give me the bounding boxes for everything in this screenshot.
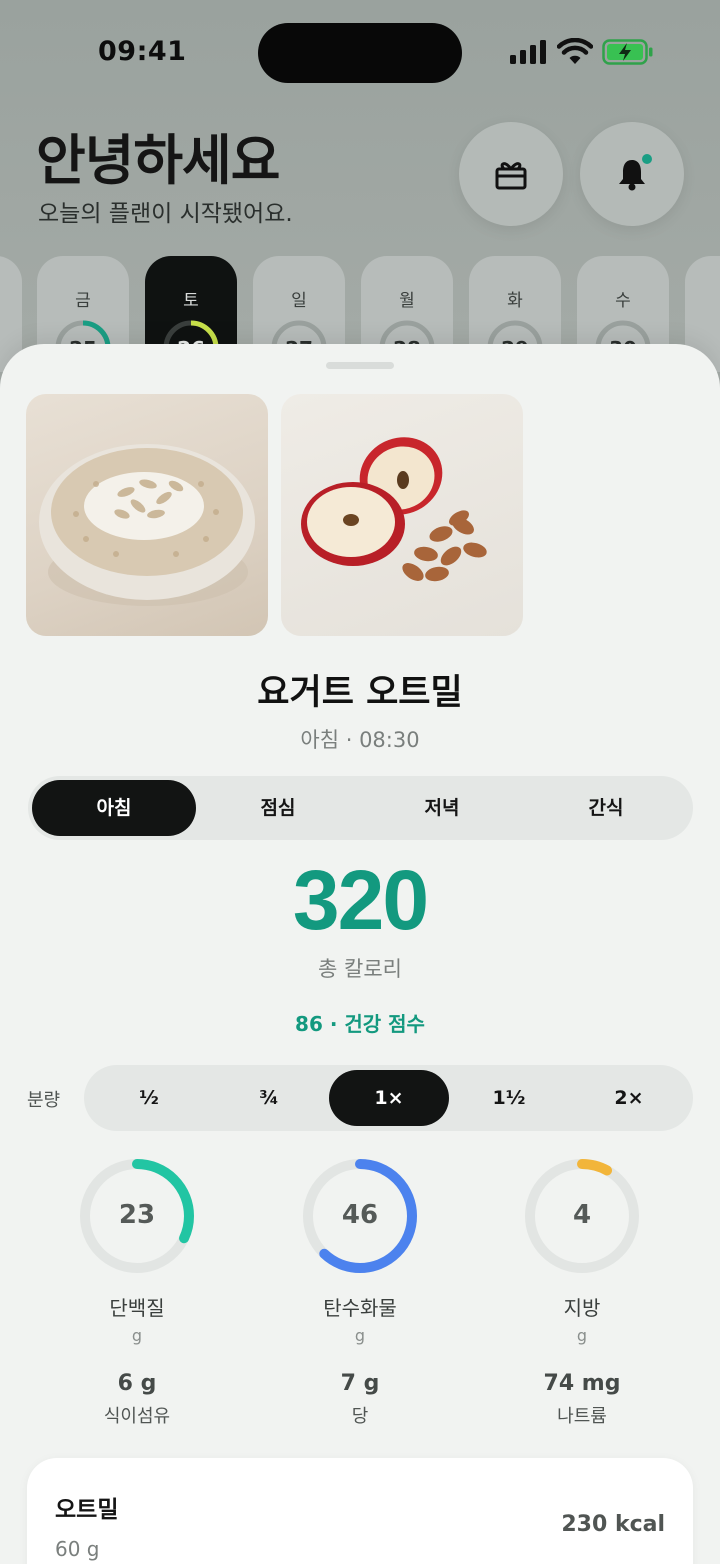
meal-time: 아침 · 08:30: [300, 728, 420, 752]
macro-protein: 23 단백질 g: [57, 1156, 217, 1356]
greeting-title: 안녕하세요: [36, 129, 280, 192]
fiber-label: 식이섬유: [103, 1406, 171, 1427]
oatmeal-bowl-image: [39, 444, 255, 606]
food-item-card[interactable]: 오트밀 60 g 230 kcal: [27, 1458, 693, 1564]
portion-selector: ½ ¾ 1× 1½ 2×: [84, 1065, 693, 1131]
day-weekday: 월: [399, 291, 415, 311]
stat-sugar: 7 g 당: [260, 1371, 460, 1428]
stat-fiber: 6 g 식이섬유: [37, 1371, 237, 1428]
macro-fat: 4 지방 g: [502, 1156, 662, 1356]
meal-photo-apple-almonds[interactable]: [281, 394, 523, 636]
battery-charging-icon: [602, 39, 653, 65]
tab-lunch[interactable]: 점심: [196, 780, 360, 836]
greeting-subtitle: 오늘의 플랜이 시작됐어요.: [38, 201, 293, 227]
sugar-label: 당: [351, 1406, 369, 1427]
sodium-label: 나트륨: [557, 1406, 607, 1427]
meal-title: 요거트 오트밀: [257, 673, 463, 713]
carbs-unit: g: [354, 1326, 366, 1345]
status-bar: 09:41: [0, 0, 720, 100]
cellular-signal-icon: [510, 40, 546, 64]
portion-three-quarters[interactable]: ¾: [209, 1070, 329, 1126]
day-weekday: 화: [507, 291, 523, 311]
wifi-icon: [557, 38, 593, 64]
stat-sodium: 74 mg 나트륨: [482, 1371, 682, 1428]
fiber-value: 6 g: [117, 1371, 157, 1396]
health-score: 86 · 건강 점수: [295, 1012, 425, 1036]
dynamic-island: [258, 23, 462, 83]
portion-double[interactable]: 2×: [569, 1070, 689, 1126]
tab-dinner[interactable]: 저녁: [360, 780, 524, 836]
food-item-name: 오트밀: [55, 1497, 119, 1523]
protein-label: 단백질: [109, 1296, 165, 1320]
day-weekday: 금: [75, 291, 91, 311]
carbs-value: 46: [341, 1200, 379, 1230]
tab-snack[interactable]: 간식: [524, 780, 688, 836]
macro-carbs: 46 탄수화물 g: [280, 1156, 440, 1356]
apple-almonds-image: [301, 437, 487, 582]
day-weekday: 일: [291, 291, 307, 311]
tab-breakfast[interactable]: 아침: [32, 780, 196, 836]
sodium-value: 74 mg: [543, 1371, 621, 1396]
protein-unit: g: [131, 1326, 143, 1345]
portion-one[interactable]: 1×: [329, 1070, 449, 1126]
portion-label: 분량: [27, 1090, 61, 1111]
meal-photo-oatmeal[interactable]: [26, 394, 268, 636]
day-weekday: 수: [615, 291, 631, 311]
food-item-amount: 60 g: [55, 1537, 100, 1561]
day-weekday: 토: [183, 291, 199, 311]
sugar-value: 7 g: [340, 1371, 380, 1396]
notifications-button[interactable]: [580, 122, 684, 226]
portion-one-and-half[interactable]: 1½: [449, 1070, 569, 1126]
gift-icon: [495, 162, 527, 190]
fat-label: 지방: [563, 1296, 601, 1320]
meal-detail-sheet: 요거트 오트밀 아침 · 08:30 아침 점심 저녁 간식 320 총 칼로리…: [0, 344, 720, 1564]
meal-type-tabs: 아침 점심 저녁 간식: [28, 776, 693, 840]
fat-value: 4: [572, 1200, 592, 1230]
status-time: 09:41: [98, 36, 187, 67]
gift-button[interactable]: [459, 122, 563, 226]
fat-unit: g: [576, 1326, 588, 1345]
sheet-grabber[interactable]: [326, 362, 394, 369]
portion-half[interactable]: ½: [89, 1070, 209, 1126]
protein-value: 23: [118, 1200, 156, 1230]
carbs-label: 탄수화물: [323, 1296, 397, 1320]
total-calories-value: 320: [292, 853, 429, 947]
notification-badge-dot: [642, 154, 652, 164]
total-calories-label: 총 칼로리: [318, 957, 402, 981]
food-item-calories: 230 kcal: [561, 1512, 665, 1537]
